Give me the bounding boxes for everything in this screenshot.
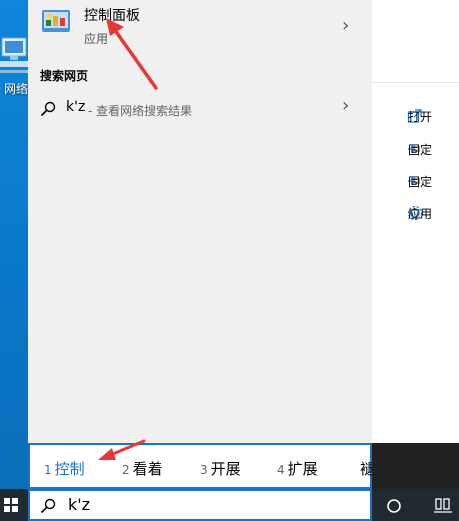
desktop-icon-label: 网络 <box>4 82 29 96</box>
ime-candidate-bar: 1 控制 2 看着 3 开展 4 扩展 褪 <box>28 443 372 489</box>
cortana-icon[interactable] <box>386 498 402 514</box>
web-description: - 查看网络搜索结果 <box>88 104 193 118</box>
details-header <box>372 0 459 83</box>
web-search-item[interactable]: k'z - 查看网络搜索结果 › <box>28 93 372 125</box>
taskbar-search-box[interactable] <box>28 489 372 521</box>
best-match-item[interactable]: 控制面板 应用 › <box>28 0 372 56</box>
action-open[interactable]: 打开 <box>408 108 432 125</box>
windows-start-icon[interactable] <box>4 498 18 512</box>
details-panel: 打开 固定 固定 应用 <box>372 0 459 443</box>
search-icon <box>40 498 56 514</box>
control-panel-icon <box>42 10 70 32</box>
search-input[interactable] <box>68 495 328 514</box>
web-section-title: 搜索网页 <box>40 69 89 83</box>
search-icon <box>40 101 56 117</box>
ime-candidate-1[interactable]: 1 控制 <box>44 458 85 479</box>
chevron-right-icon[interactable]: › <box>342 95 349 116</box>
action-pin-start[interactable]: 固定 <box>408 141 432 158</box>
search-results-panel: 控制面板 应用 › 搜索网页 k'z - 查看网络搜索结果 › <box>28 0 372 443</box>
ime-candidate-4[interactable]: 4 扩展 <box>277 458 318 479</box>
action-pin-taskbar[interactable]: 固定 <box>408 173 432 190</box>
desktop-background: 网络 <box>0 0 28 489</box>
web-query-text: k'z <box>66 99 86 115</box>
ime-candidate-2[interactable]: 2 看着 <box>122 458 163 479</box>
best-match-title: 控制面板 <box>84 8 140 24</box>
best-match-subtitle: 应用 <box>84 32 109 46</box>
ime-extension <box>372 443 459 489</box>
ime-candidate-3[interactable]: 3 开展 <box>200 458 241 479</box>
ime-candidate-5[interactable]: 褪 <box>360 458 372 479</box>
chevron-right-icon[interactable]: › <box>342 15 349 36</box>
task-view-icon[interactable] <box>434 498 452 514</box>
action-app-settings[interactable]: 应用 <box>408 205 432 222</box>
